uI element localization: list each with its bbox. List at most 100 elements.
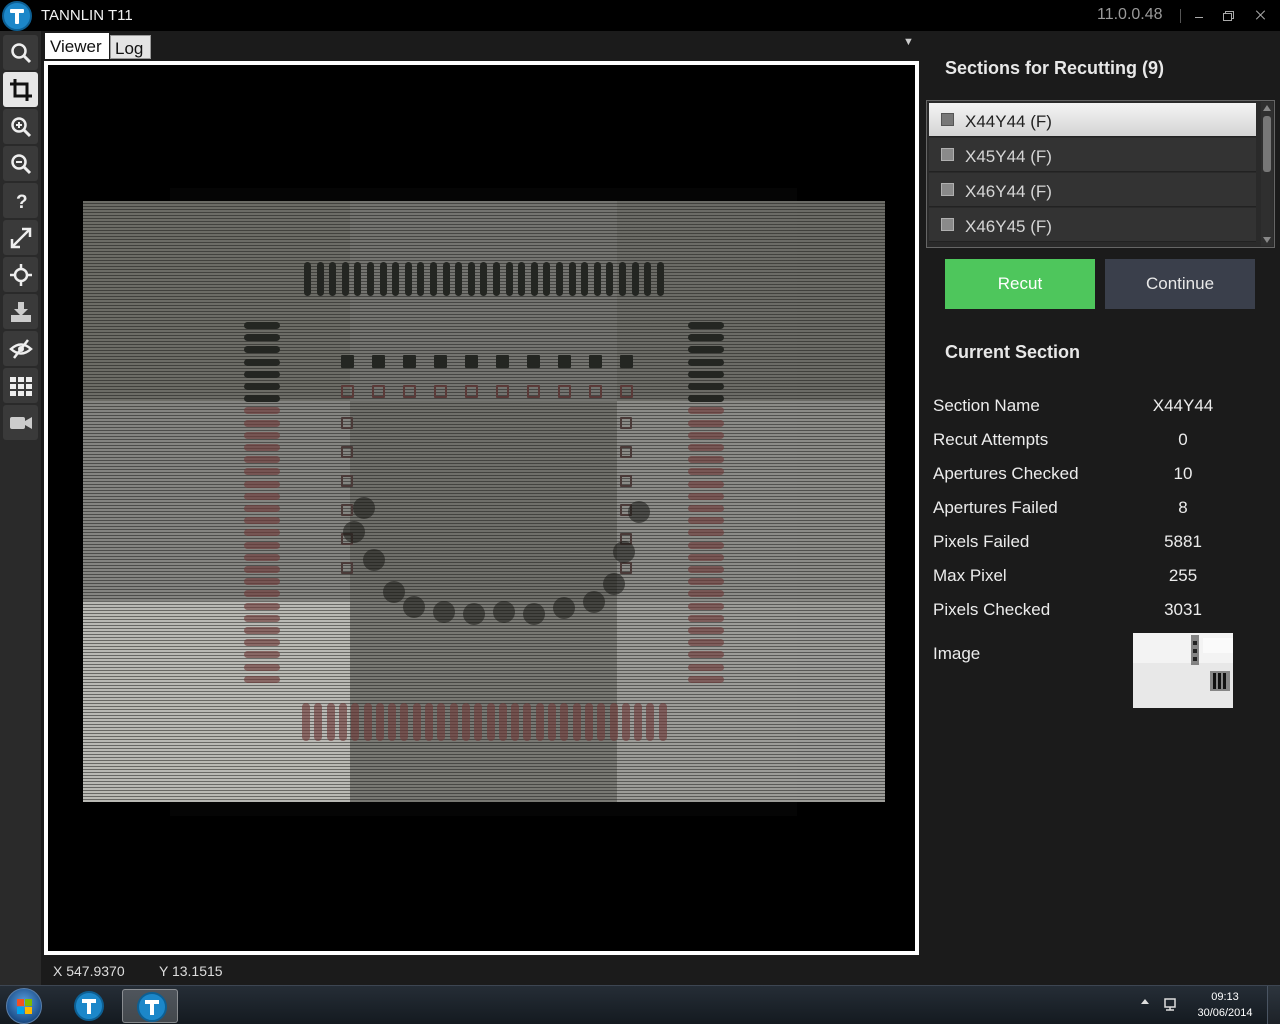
aperture-pad — [688, 480, 724, 488]
aperture-pad — [442, 262, 450, 296]
aperture-pad — [341, 355, 354, 368]
clock-date[interactable]: 30/06/2014 — [1190, 1007, 1260, 1019]
scroll-up-icon[interactable] — [1263, 105, 1271, 111]
aperture-pad — [688, 578, 724, 586]
aperture-pad — [302, 703, 310, 741]
inspection-image[interactable] — [83, 201, 885, 802]
taskbar-tannlin-pinned[interactable] — [60, 989, 116, 1023]
image-tile — [617, 401, 885, 601]
list-item[interactable]: X44Y44 (F) — [929, 103, 1256, 137]
section-checkbox[interactable] — [941, 113, 954, 126]
list-item[interactable]: X45Y44 (F) — [929, 138, 1256, 172]
aperture-pad — [646, 703, 655, 741]
aperture-pad — [527, 385, 540, 398]
aperture-pad — [593, 262, 601, 296]
aperture-pad — [425, 703, 433, 741]
aperture-pad — [688, 602, 724, 610]
aperture-pad — [244, 517, 280, 525]
image-viewer[interactable] — [44, 61, 919, 955]
download-tool-button[interactable] — [3, 294, 38, 329]
scroll-thumb[interactable] — [1263, 116, 1271, 172]
aperture-pad — [688, 651, 724, 659]
aperture-pad — [589, 385, 602, 398]
aperture-pad — [584, 703, 593, 741]
aperture-pad — [244, 444, 280, 451]
aperture-pad — [558, 355, 571, 368]
aperture-pad — [244, 566, 280, 573]
aperture-pad — [244, 663, 280, 671]
zoom-out-tool-button[interactable] — [3, 146, 38, 181]
aperture-pad — [316, 262, 324, 296]
app-logo-icon — [2, 1, 32, 31]
grid-tool-button[interactable] — [3, 368, 38, 403]
tab-menu-chevron-down-icon[interactable]: ▼ — [903, 36, 914, 48]
recut-button[interactable]: Recut — [945, 259, 1095, 309]
tool-bar: ? — [0, 31, 41, 985]
aperture-pad — [474, 703, 483, 741]
continue-button[interactable]: Continue — [1105, 259, 1255, 309]
aperture-pad — [493, 262, 500, 296]
aperture-pad — [688, 553, 724, 561]
aperture-pad — [558, 385, 571, 398]
expand-tool-button[interactable] — [3, 220, 38, 255]
zoom-in-tool-button[interactable] — [3, 109, 38, 144]
hide-tool-button[interactable] — [3, 331, 38, 366]
section-checkbox[interactable] — [941, 183, 954, 196]
aperture-pad — [244, 651, 280, 659]
aperture-pad — [437, 703, 446, 741]
clock-time[interactable]: 09:13 — [1195, 991, 1255, 1003]
close-button[interactable] — [1250, 5, 1272, 25]
detail-row-section-name: Section Name X44Y44 — [933, 396, 1233, 418]
image-tile — [83, 401, 350, 601]
magnifier-tool-button[interactable] — [3, 35, 38, 70]
start-button[interactable] — [6, 988, 42, 1024]
aperture-pad — [606, 262, 614, 296]
aperture-pad — [244, 639, 280, 647]
aperture-pad — [620, 417, 632, 429]
aperture-pad — [363, 549, 385, 571]
windows-logo-icon — [17, 999, 32, 1014]
image-tile — [350, 601, 617, 802]
section-thumbnail-image — [1133, 633, 1233, 708]
section-checkbox[interactable] — [941, 148, 954, 161]
aperture-pad — [244, 492, 280, 500]
aperture-pad — [523, 703, 532, 741]
detail-row-pixels-failed: Pixels Failed 5881 — [933, 532, 1233, 554]
tab-log[interactable]: Log — [110, 35, 151, 59]
tray-expand-icon[interactable] — [1141, 999, 1149, 1004]
list-item[interactable]: X46Y45 (F) — [929, 208, 1256, 242]
aperture-pad — [449, 703, 458, 741]
list-scrollbar[interactable] — [1261, 102, 1273, 246]
magnifier-icon — [11, 43, 32, 64]
section-checkbox[interactable] — [941, 218, 954, 231]
aperture-pad — [620, 446, 632, 458]
help-tool-button[interactable]: ? — [3, 183, 38, 218]
network-icon[interactable] — [1162, 996, 1178, 1012]
aperture-pad — [589, 355, 602, 368]
scroll-down-icon[interactable] — [1263, 237, 1271, 243]
aperture-pad — [244, 614, 280, 622]
taskbar-tannlin-running[interactable] — [122, 989, 178, 1023]
sections-list[interactable]: X44Y44 (F) X45Y44 (F) X46Y44 (F) X46Y45 … — [926, 100, 1275, 248]
tannlin-logo-icon — [137, 992, 167, 1022]
detail-value: X44Y44 — [1152, 396, 1214, 415]
tab-viewer[interactable]: Viewer — [45, 33, 109, 59]
taskbar: 09:13 30/06/2014 — [0, 985, 1280, 1024]
aperture-pad — [688, 590, 724, 598]
aperture-pad — [434, 385, 447, 398]
detail-row-pixels-checked: Pixels Checked 3031 — [933, 600, 1233, 622]
aperture-pad — [244, 346, 280, 354]
show-desktop-button[interactable] — [1267, 986, 1280, 1024]
aperture-pad — [430, 262, 437, 296]
list-item[interactable]: X46Y44 (F) — [929, 173, 1256, 207]
restore-button[interactable] — [1218, 5, 1240, 25]
aperture-pad — [688, 370, 724, 378]
aperture-pad — [620, 562, 632, 574]
minimize-button[interactable] — [1188, 5, 1210, 25]
crosshair-icon — [10, 264, 32, 286]
crosshair-tool-button[interactable] — [3, 257, 38, 292]
crop-tool-button[interactable] — [3, 72, 38, 107]
aperture-pad — [244, 383, 280, 390]
aperture-pad — [620, 385, 633, 398]
camera-tool-button[interactable] — [3, 405, 38, 440]
